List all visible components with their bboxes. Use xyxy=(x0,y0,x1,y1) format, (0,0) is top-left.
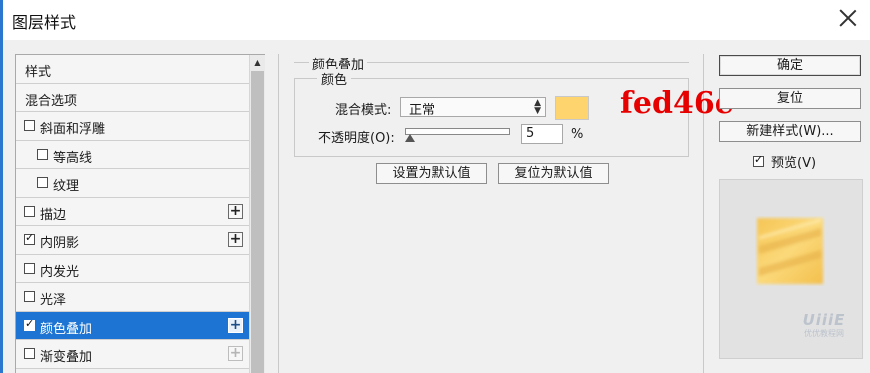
add-instance-icon[interactable]: + xyxy=(228,203,243,219)
style-checkbox[interactable] xyxy=(24,348,35,359)
style-list-item[interactable]: 混合选项 xyxy=(16,83,249,112)
opacity-unit: % xyxy=(571,127,584,142)
style-list-item[interactable]: 内阴影 + xyxy=(16,226,249,255)
style-checkbox[interactable] xyxy=(24,262,35,274)
scroll-up-arrow-icon[interactable]: ▲ xyxy=(250,55,265,71)
style-checkbox[interactable] xyxy=(24,120,35,131)
watermark-logo: UiiiE 优优教程网 xyxy=(800,313,848,341)
style-list-item[interactable]: 渐变叠加 + xyxy=(16,340,249,369)
title-bar: 图层样式 xyxy=(0,0,870,373)
style-list-item[interactable]: 斜面和浮雕 xyxy=(16,112,249,141)
style-checkbox[interactable] xyxy=(37,148,48,160)
style-list-item[interactable]: 描边 + xyxy=(16,197,249,226)
reset-button[interactable]: 复位 xyxy=(719,88,861,109)
style-label: 内发光 xyxy=(40,264,80,280)
styles-list-scrollbar[interactable]: ▲ xyxy=(249,55,265,373)
style-list-item[interactable]: 内发光 xyxy=(16,254,249,283)
style-list-item[interactable]: 等高线 xyxy=(16,140,249,169)
blend-mode-select[interactable]: 正常 ▲ ▼ xyxy=(400,97,546,118)
style-list-item[interactable]: 样式 xyxy=(16,55,249,84)
style-label: 描边 xyxy=(40,207,67,223)
set-default-button[interactable]: 设置为默认值 xyxy=(376,163,487,184)
style-label: 纹理 xyxy=(53,179,80,194)
style-checkbox[interactable] xyxy=(24,231,35,245)
color-swatch[interactable] xyxy=(555,96,589,120)
reset-default-button[interactable]: 复位为默认值 xyxy=(498,163,609,184)
opacity-slider-thumb[interactable] xyxy=(405,134,415,142)
blend-mode-value: 正常 xyxy=(409,103,436,118)
style-label: 混合选项 xyxy=(25,93,78,109)
dialog-body: 样式混合选项斜面和浮雕等高线纹理描边 + 内阴影 + 内发光光泽颜色叠加 + 渐变叠加 + ▲… xyxy=(3,40,870,373)
close-icon[interactable] xyxy=(836,6,860,30)
style-list-item[interactable]: 颜色叠加 + xyxy=(16,311,249,340)
styles-list-items: 样式混合选项斜面和浮雕等高线纹理描边 + 内阴影 + 内发光光泽颜色叠加 + 渐变叠加 + xyxy=(16,55,249,369)
style-checkbox[interactable] xyxy=(24,205,35,217)
style-label: 内阴影 xyxy=(40,236,80,251)
styles-list: 样式混合选项斜面和浮雕等高线纹理描边 + 内阴影 + 内发光光泽颜色叠加 + 渐变叠加 + ▲ xyxy=(15,54,265,373)
style-list-item[interactable]: 光泽 xyxy=(16,283,249,312)
preview-label: 预览(V) xyxy=(771,156,817,171)
select-arrows-icon: ▲ ▼ xyxy=(534,98,541,116)
opacity-slider-track[interactable] xyxy=(405,128,510,135)
style-label: 斜面和浮雕 xyxy=(40,122,106,137)
hex-annotation: fed46e xyxy=(620,86,734,121)
style-list-item[interactable]: 纹理 xyxy=(16,169,249,198)
watermark-line2: 优优教程网 xyxy=(804,329,844,338)
style-checkbox[interactable] xyxy=(37,177,48,188)
blend-mode-label: 混合模式: xyxy=(335,103,392,118)
style-checkbox[interactable] xyxy=(24,291,35,302)
style-label: 光泽 xyxy=(40,293,67,308)
preview-checkbox[interactable]: 预览(V) xyxy=(753,152,853,172)
opacity-input[interactable]: 5 xyxy=(521,124,563,144)
ok-button[interactable]: 确定 xyxy=(719,55,861,76)
subgroup-title: 颜色 xyxy=(317,69,352,88)
window-title: 图层样式 xyxy=(12,13,77,32)
style-label: 样式 xyxy=(25,65,52,80)
style-label: 等高线 xyxy=(53,150,93,166)
scrollbar-thumb[interactable] xyxy=(251,71,264,373)
new-style-button[interactable]: 新建样式(W)... xyxy=(719,121,861,142)
add-instance-icon[interactable]: + xyxy=(228,317,243,333)
add-instance-icon: + xyxy=(228,345,243,361)
watermark-line1: UiiiE xyxy=(802,311,846,329)
opacity-label: 不透明度(O): xyxy=(318,131,395,146)
add-instance-icon[interactable]: + xyxy=(228,232,243,247)
style-label: 颜色叠加 xyxy=(40,321,93,337)
preview-checkbox-box[interactable] xyxy=(753,153,764,167)
preview-thumbnail xyxy=(757,218,823,284)
style-checkbox[interactable] xyxy=(24,317,35,331)
style-label: 渐变叠加 xyxy=(40,350,93,365)
